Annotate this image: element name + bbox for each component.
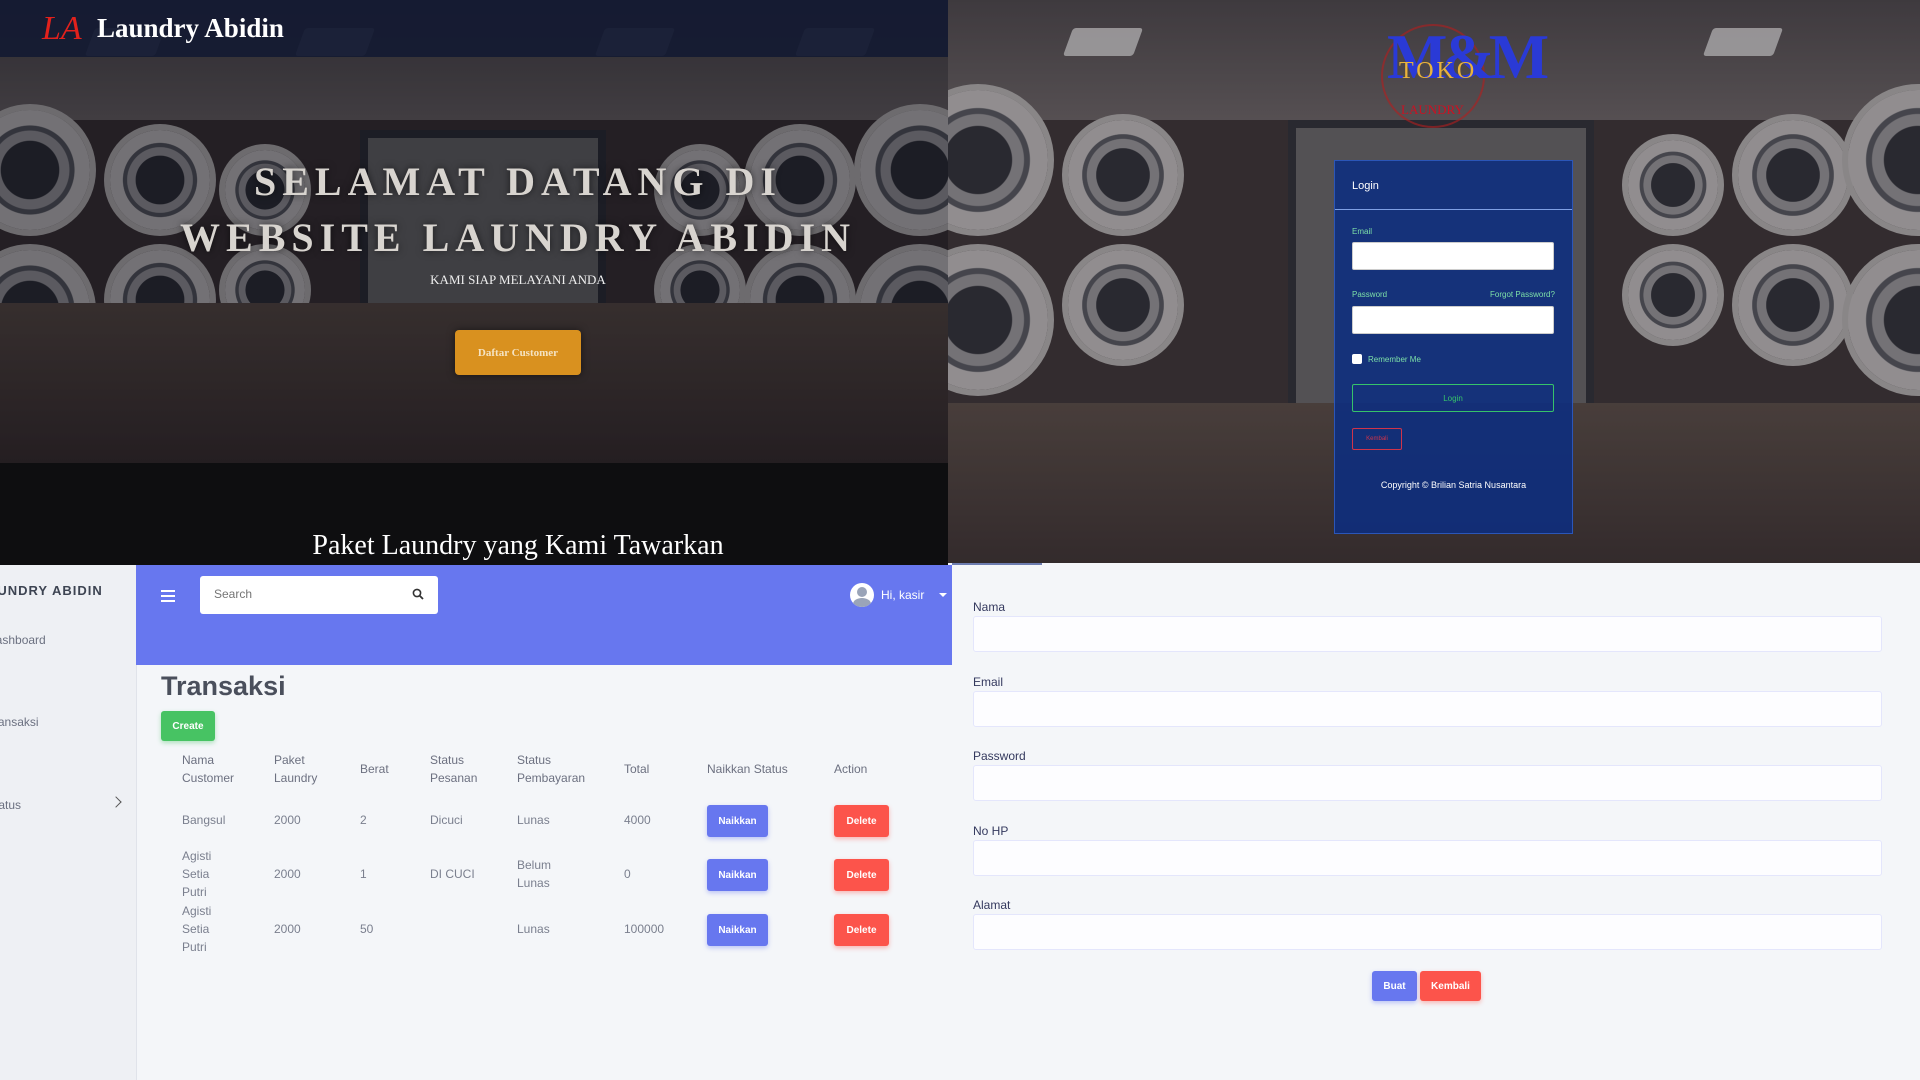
nama-field[interactable] xyxy=(973,616,1882,652)
search-icon[interactable] xyxy=(412,588,424,600)
avatar-icon xyxy=(850,583,874,607)
alamat-label: Alamat xyxy=(973,898,1011,912)
chevron-right-icon[interactable] xyxy=(110,796,122,808)
sidebar-item-status[interactable]: Status xyxy=(0,798,21,812)
cell-total: 100000 xyxy=(624,922,665,936)
search-input[interactable] xyxy=(212,586,396,602)
cell-status-pembayaran: Lunas xyxy=(517,922,550,936)
column-header: Status Pembayaran xyxy=(517,753,586,785)
brand-title[interactable]: Laundry Abidin xyxy=(97,13,284,44)
no-hp-label: No HP xyxy=(973,824,1009,838)
column-header: Berat xyxy=(360,762,389,776)
column-header: Action xyxy=(834,762,868,776)
password-field[interactable] xyxy=(1352,306,1554,334)
email-label: Email xyxy=(973,675,1004,689)
no-hp-field[interactable] xyxy=(973,840,1882,876)
delete-button[interactable]: Delete xyxy=(834,914,889,946)
cell-total: 0 xyxy=(624,867,631,881)
alamat-field[interactable] xyxy=(973,914,1882,950)
cell-paket: 2000 xyxy=(274,813,301,827)
divider xyxy=(952,563,1042,565)
search-bar xyxy=(200,576,438,614)
sidebar-brand[interactable]: LAUNDRY ABIDIN xyxy=(0,583,103,598)
caret-down-icon xyxy=(939,593,947,597)
hero-title-line1: SELAMAT DATANG DI xyxy=(254,159,782,204)
cell-nama: Agisti Setia Putri xyxy=(182,904,212,954)
logo-laundry-text: LAUNDRY xyxy=(1401,102,1464,117)
landing-page: LA Laundry Abidin SELAMAT DATANG DI WEBS… xyxy=(0,0,948,565)
landing-navbar: LA Laundry Abidin xyxy=(0,0,948,57)
cell-total: 4000 xyxy=(624,813,651,827)
cell-nama: Bangsul xyxy=(182,813,226,827)
remember-me-label: Remember Me xyxy=(1368,355,1421,364)
column-header: Naikkan Status xyxy=(707,762,788,776)
daftar-customer-button[interactable]: Daftar Customer xyxy=(455,330,581,375)
remember-me-checkbox[interactable] xyxy=(1352,354,1362,364)
cell-status-pembayaran: Belum Lunas xyxy=(517,858,552,890)
copyright-text: Copyright © Brilian Satria Nusantara xyxy=(1380,480,1527,490)
sidebar-item-transaksi[interactable]: Transaksi xyxy=(0,715,39,729)
column-header: Paket Laundry xyxy=(274,753,318,785)
toko-logo: M&M TOKO LAUNDRY xyxy=(1381,20,1549,130)
user-greeting: Hi, kasir xyxy=(881,588,925,602)
login-card: Login Email Password Forgot Password? Re… xyxy=(1334,160,1573,534)
column-header: Status Pesanan xyxy=(430,753,478,785)
brand-logo[interactable]: LA xyxy=(42,8,82,50)
cell-status-pesanan: DI CUCI xyxy=(430,867,475,881)
cell-berat: 2 xyxy=(360,813,367,827)
password-label: Password xyxy=(973,749,1026,763)
logo-toko-text: TOKO xyxy=(1399,58,1478,84)
email-field[interactable] xyxy=(1352,242,1554,270)
login-card-title: Login xyxy=(1352,180,1379,192)
naikkan-button[interactable]: Naikkan xyxy=(707,914,768,946)
email-label: Email xyxy=(1352,227,1373,236)
create-customer-form: Nama Email Password No HP Alamat Buat Ke… xyxy=(952,563,1920,1080)
sidebar-item-dashboard[interactable]: Dashboard xyxy=(0,633,46,647)
page-title: Transaksi xyxy=(161,671,286,701)
column-header: Total xyxy=(624,762,650,776)
nama-label: Nama xyxy=(973,600,1006,614)
buat-button[interactable]: Buat xyxy=(1372,971,1417,1001)
login-card-header: Login xyxy=(1335,161,1572,210)
login-button[interactable]: Login xyxy=(1352,384,1554,412)
cell-berat: 50 xyxy=(360,922,374,936)
cell-paket: 2000 xyxy=(274,922,301,936)
cell-paket: 2000 xyxy=(274,867,301,881)
cell-berat: 1 xyxy=(360,867,367,881)
kembali-button[interactable]: Kembali xyxy=(1420,971,1481,1001)
hero-subtitle: KAMI SIAP MELAYANI ANDA xyxy=(430,272,606,287)
delete-button[interactable]: Delete xyxy=(834,805,889,837)
cell-status-pesanan: Dicuci xyxy=(430,813,463,827)
top-navbar: Hi, kasir xyxy=(136,565,952,665)
transaksi-page: LAUNDRY ABIDIN Dashboard Transaksi Statu… xyxy=(0,565,952,1080)
sidebar: LAUNDRY ABIDIN Dashboard Transaksi Statu… xyxy=(0,565,137,1080)
forgot-password-link[interactable]: Forgot Password? xyxy=(1490,290,1555,299)
hamburger-icon[interactable] xyxy=(161,590,175,602)
password-label: Password xyxy=(1352,290,1388,299)
create-button[interactable]: Create xyxy=(161,711,215,741)
login-page: M&M TOKO LAUNDRY Login Email Password Fo… xyxy=(948,0,1920,563)
naikkan-button[interactable]: Naikkan xyxy=(707,805,768,837)
naikkan-button[interactable]: Naikkan xyxy=(707,859,768,891)
password-field[interactable] xyxy=(973,765,1882,801)
delete-button[interactable]: Delete xyxy=(834,859,889,891)
packages-section-title: Paket Laundry yang Kami Tawarkan xyxy=(312,530,724,561)
cell-status-pembayaran: Lunas xyxy=(517,813,550,827)
cell-nama: Agisti Setia Putri xyxy=(182,849,212,899)
column-header: Nama Customer xyxy=(182,753,235,785)
email-field[interactable] xyxy=(973,691,1882,727)
kembali-button[interactable]: Kembali xyxy=(1352,428,1402,450)
hero-title-line2: WEBSITE LAUNDRY ABIDIN xyxy=(180,215,856,260)
